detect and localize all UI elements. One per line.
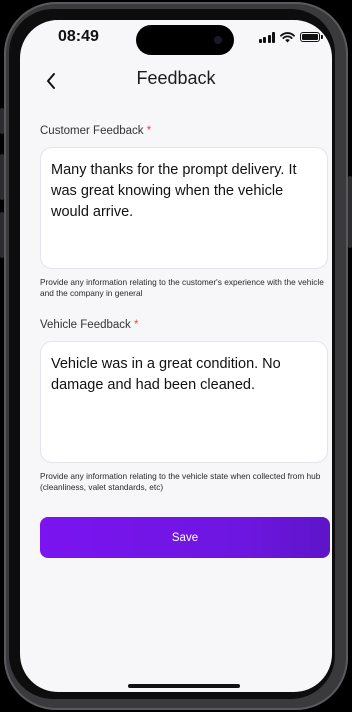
camera-dot <box>214 36 222 44</box>
silent-switch <box>0 108 4 134</box>
wifi-icon <box>280 31 295 42</box>
save-button[interactable]: Save <box>40 517 330 558</box>
app-screen: 08:49 Feedback Customer Feedback * Many … <box>20 20 332 692</box>
vehicle-feedback-label: Vehicle Feedback * <box>40 319 138 331</box>
status-icons <box>258 30 323 44</box>
customer-feedback-label-text: Customer Feedback <box>40 125 144 137</box>
required-marker: * <box>134 319 139 331</box>
dynamic-island <box>136 25 234 55</box>
nav-bar: Feedback <box>20 64 332 100</box>
customer-feedback-helper: Provide any information relating to the … <box>40 277 324 298</box>
status-time: 08:49 <box>58 28 99 45</box>
vehicle-feedback-input[interactable]: Vehicle was in a great condition. No dam… <box>40 341 328 463</box>
customer-feedback-input[interactable]: Many thanks for the prompt delivery. It … <box>40 147 328 269</box>
page-title: Feedback <box>136 68 216 88</box>
battery-icon <box>300 32 323 42</box>
volume-down-button <box>0 212 4 258</box>
volume-up-button <box>0 154 4 200</box>
vehicle-feedback-label-text: Vehicle Feedback <box>40 319 131 331</box>
required-marker: * <box>146 125 152 137</box>
cellular-signal-icon <box>258 31 275 43</box>
status-bar: 08:49 <box>20 20 332 60</box>
customer-feedback-label: Customer Feedback * <box>40 125 151 137</box>
home-indicator <box>128 684 240 688</box>
power-button <box>348 176 352 248</box>
vehicle-feedback-helper: Provide any information relating to the … <box>40 471 321 492</box>
